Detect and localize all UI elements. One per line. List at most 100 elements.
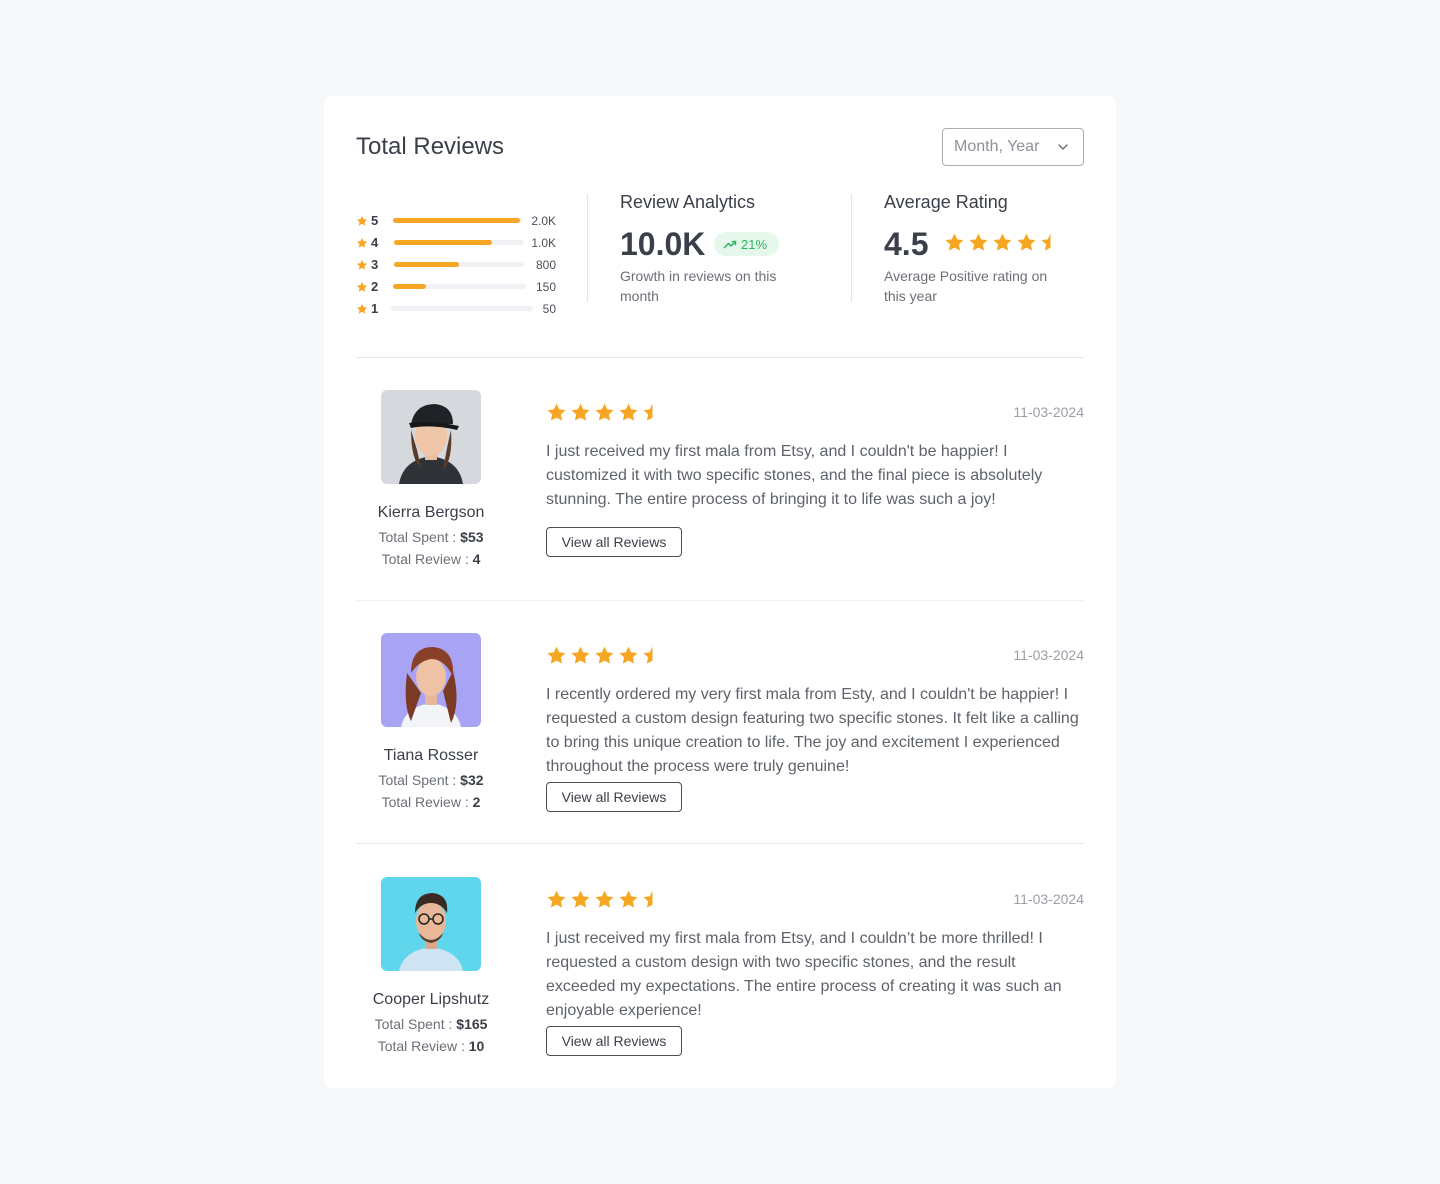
star-icon xyxy=(356,237,368,249)
star-full-icon xyxy=(594,402,615,423)
page-title: Total Reviews xyxy=(356,133,505,160)
review-stars xyxy=(546,889,663,910)
star-full-icon xyxy=(546,645,567,666)
review-date: 11-03-2024 xyxy=(1013,647,1084,663)
review-text: I just received my first mala from Etsy,… xyxy=(546,930,1062,1019)
distribution-count: 1.0K xyxy=(531,236,556,250)
distribution-row-5: 5 2.0K xyxy=(356,210,556,232)
divider xyxy=(587,194,588,302)
star-full-icon xyxy=(618,889,639,910)
average-value: 4.5 xyxy=(884,226,929,262)
distribution-bar-fill xyxy=(394,262,459,267)
avatar xyxy=(381,633,481,727)
total-review-label: Total Review : xyxy=(381,794,473,810)
review-summary: 5 2.0K 4 1.0K 3 800 2 150 1 50 Review An… xyxy=(356,192,1084,328)
total-spent: Total Spent : $32 xyxy=(356,772,506,788)
total-review-label: Total Review : xyxy=(377,1038,469,1054)
star-full-icon xyxy=(570,645,591,666)
star-full-icon xyxy=(570,402,591,423)
star-half-icon xyxy=(1040,232,1061,253)
total-review: Total Review : 10 xyxy=(356,1038,506,1054)
growth-badge: 21% xyxy=(714,232,780,256)
avatar xyxy=(381,877,481,971)
analytics-value: 10.0K xyxy=(620,226,706,262)
average-stars xyxy=(944,232,1061,253)
star-full-icon xyxy=(618,402,639,423)
chevron-down-icon xyxy=(1057,141,1069,153)
distribution-bar xyxy=(394,262,524,267)
total-spent: Total Spent : $53 xyxy=(356,529,506,545)
total-review-value: 10 xyxy=(468,1038,485,1054)
review-item: Cooper Lipshutz Total Spent : $165 Total… xyxy=(356,877,1084,1057)
distribution-bar-fill xyxy=(394,240,492,245)
star-half-icon xyxy=(642,402,663,423)
total-review: Total Review : 2 xyxy=(356,794,506,810)
star-icon xyxy=(356,259,368,271)
view-all-reviews-button[interactable]: View all Reviews xyxy=(546,527,682,557)
total-reviews-card: Total Reviews Month, Year 5 2.0K 4 1.0K xyxy=(324,96,1116,1088)
total-spent-label: Total Spent : xyxy=(378,529,461,545)
star-full-icon xyxy=(546,889,567,910)
section-divider xyxy=(356,357,1084,358)
total-review-label: Total Review : xyxy=(381,551,473,567)
review-stars xyxy=(546,402,663,423)
month-year-select[interactable]: Month, Year xyxy=(942,128,1084,166)
reviewer-name: Kierra Bergson xyxy=(377,504,485,521)
star-icon xyxy=(356,281,368,293)
distribution-row-4: 4 1.0K xyxy=(356,232,556,254)
total-review-value: 2 xyxy=(472,794,481,810)
distribution-count: 800 xyxy=(535,258,556,272)
distribution-bar xyxy=(393,284,526,289)
analytics-description: Growth in reviews on this month xyxy=(620,268,777,304)
distribution-bar-fill xyxy=(393,218,521,223)
review-date: 11-03-2024 xyxy=(1013,891,1084,907)
distribution-count: 2.0K xyxy=(531,214,556,228)
star-icon xyxy=(356,215,368,227)
total-review-value: 4 xyxy=(472,551,481,567)
total-spent-label: Total Spent : xyxy=(378,772,461,788)
distribution-count: 50 xyxy=(542,302,556,316)
distribution-stars: 1 xyxy=(371,301,379,316)
month-year-placeholder: Month, Year xyxy=(954,138,1040,155)
star-full-icon xyxy=(594,645,615,666)
star-half-icon xyxy=(642,889,663,910)
total-spent-value: $165 xyxy=(456,1016,488,1032)
review-text: I recently ordered my very first mala fr… xyxy=(546,686,1079,775)
distribution-count: 150 xyxy=(535,280,556,294)
review-date: 11-03-2024 xyxy=(1013,404,1084,420)
average-description: Average Positive rating on this year xyxy=(884,268,1048,304)
star-full-icon xyxy=(1016,232,1037,253)
avatar xyxy=(381,390,481,484)
card-header: Total Reviews Month, Year xyxy=(356,128,1084,166)
distribution-stars: 3 xyxy=(371,257,379,272)
view-all-reviews-button[interactable]: View all Reviews xyxy=(546,782,682,812)
review-item: Tiana Rosser Total Spent : $32 Total Rev… xyxy=(356,633,1084,813)
star-full-icon xyxy=(618,645,639,666)
star-full-icon xyxy=(594,889,615,910)
distribution-bar xyxy=(394,240,524,245)
star-half-icon xyxy=(642,645,663,666)
review-analytics: Review Analytics 10.0K 21% Growth in rev… xyxy=(620,192,820,304)
total-spent-value: $53 xyxy=(460,529,484,545)
star-full-icon xyxy=(944,232,965,253)
star-icon xyxy=(356,303,368,315)
distribution-bar-fill xyxy=(393,284,427,289)
trending-up-icon xyxy=(723,237,737,251)
total-spent-value: $32 xyxy=(460,772,484,788)
review-item: Kierra Bergson Total Spent : $53 Total R… xyxy=(356,390,1084,570)
distribution-stars: 2 xyxy=(371,279,379,294)
divider xyxy=(851,194,852,302)
distribution-stars: 5 xyxy=(371,213,379,228)
distribution-row-1: 1 50 xyxy=(356,298,556,320)
rating-distribution: 5 2.0K 4 1.0K 3 800 2 150 1 50 xyxy=(356,210,556,320)
distribution-bar xyxy=(391,306,533,311)
reviewer-name: Tiana Rosser xyxy=(383,747,479,764)
view-all-reviews-button[interactable]: View all Reviews xyxy=(546,1026,682,1056)
distribution-row-3: 3 800 xyxy=(356,254,556,276)
section-divider xyxy=(356,600,1084,601)
total-spent-label: Total Spent : xyxy=(374,1016,457,1032)
reviewer-name: Cooper Lipshutz xyxy=(372,991,490,1008)
star-full-icon xyxy=(546,402,567,423)
distribution-row-2: 2 150 xyxy=(356,276,556,298)
total-spent: Total Spent : $165 xyxy=(356,1016,506,1032)
